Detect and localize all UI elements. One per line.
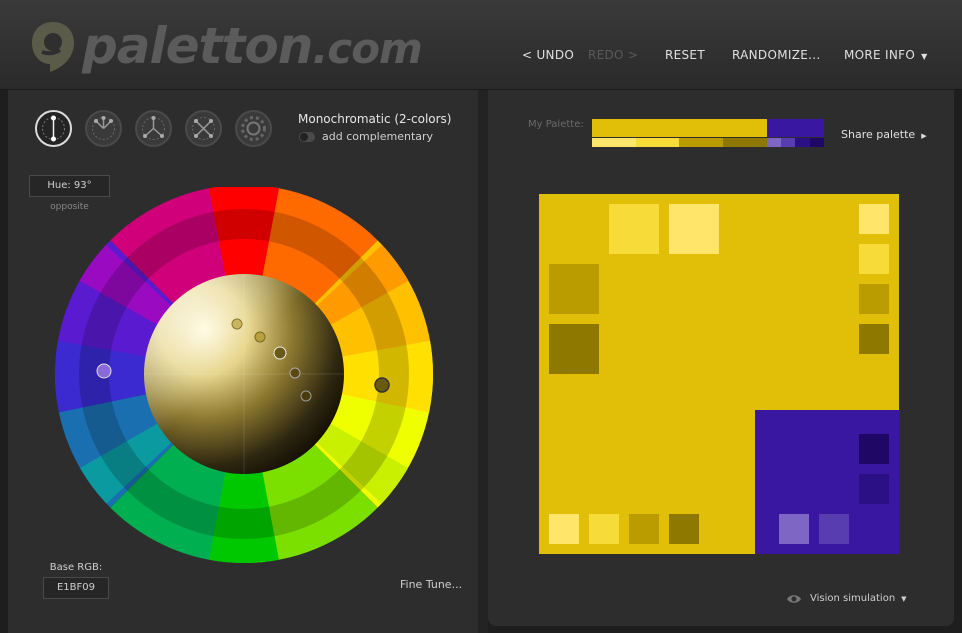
palette-preview (539, 194, 899, 554)
preview-swatch[interactable] (629, 514, 659, 544)
base-rgb-label: Base RGB: (49, 562, 103, 573)
scheme-triad-button[interactable] (135, 110, 172, 147)
palette-dot[interactable] (231, 318, 243, 330)
caret-right-icon: ▶ (921, 132, 927, 140)
preview-swatch[interactable] (859, 284, 889, 314)
color-wheel-graphic[interactable] (55, 185, 435, 567)
palette-swatch[interactable] (636, 138, 679, 147)
palette-swatch[interactable] (679, 138, 723, 147)
vision-simulation-menu[interactable]: Vision simulation ▼ (786, 593, 907, 604)
preview-swatch[interactable] (549, 324, 599, 374)
triad-scheme-icon (142, 116, 165, 140)
complement-hue-handle[interactable] (96, 363, 112, 379)
preview-swatch[interactable] (549, 264, 599, 314)
logo[interactable]: paletton.com (28, 14, 423, 78)
palette-dot[interactable] (289, 367, 301, 379)
logo-text: paletton.com (82, 17, 423, 75)
preview-swatch[interactable] (669, 514, 699, 544)
adjacent-scheme-icon (92, 116, 115, 140)
palette-swatch-complement[interactable] (767, 119, 824, 137)
palette-swatch[interactable] (781, 138, 795, 147)
preview-swatch[interactable] (859, 434, 889, 464)
preview-swatch[interactable] (589, 514, 619, 544)
preview-swatch[interactable] (819, 514, 849, 544)
palette-dot[interactable] (300, 390, 312, 402)
reset-button[interactable]: RESET (665, 48, 705, 64)
palette-swatch[interactable] (592, 138, 636, 147)
palette-strip[interactable] (592, 119, 824, 147)
preview-swatch[interactable] (779, 514, 809, 544)
fine-tune-link[interactable]: Fine Tune... (400, 578, 462, 591)
preview-swatch[interactable] (549, 514, 579, 544)
gear-icon (241, 116, 266, 141)
preview-swatch[interactable] (859, 244, 889, 274)
palette-swatch[interactable] (810, 138, 824, 147)
preview-swatch[interactable] (859, 474, 889, 504)
eye-icon (787, 594, 801, 603)
share-palette-link[interactable]: Share palette ▶ (841, 128, 927, 141)
my-palette-label: My Palette: (528, 119, 584, 130)
randomize-button[interactable]: RANDOMIZE... (732, 48, 820, 64)
palette-swatch[interactable] (795, 138, 810, 147)
preview-swatch[interactable] (859, 324, 889, 354)
palette-dot[interactable] (254, 331, 266, 343)
redo-button[interactable]: REDO > (588, 48, 638, 64)
palette-swatch-primary[interactable] (592, 119, 767, 137)
scheme-free-button[interactable] (235, 110, 272, 147)
scheme-title: Monochromatic (2-colors) (298, 112, 452, 126)
tetrad-scheme-icon (192, 117, 215, 140)
panel-divider (478, 90, 488, 633)
more-info-menu[interactable]: MORE INFO ▼ (844, 48, 928, 64)
undo-button[interactable]: < UNDO (522, 48, 574, 64)
base-rgb-field[interactable]: E1BF09 (43, 577, 109, 599)
complementary-toggle[interactable] (299, 132, 315, 142)
complementary-label[interactable]: add complementary (322, 130, 433, 143)
primary-hue-handle[interactable] (374, 377, 390, 393)
scheme-mono-button[interactable] (35, 110, 72, 147)
app-header: paletton.com < UNDO REDO > RESET RANDOMI… (0, 0, 962, 90)
logo-mark-icon (32, 22, 74, 72)
mono-scheme-icon (42, 115, 65, 142)
palette-swatch[interactable] (723, 138, 767, 147)
preview-swatch[interactable] (669, 204, 719, 254)
caret-down-icon: ▼ (901, 594, 907, 603)
palette-dot[interactable] (273, 346, 287, 360)
scheme-tetrad-button[interactable] (185, 110, 222, 147)
scheme-adjacent-button[interactable] (85, 110, 122, 147)
caret-down-icon: ▼ (921, 52, 928, 61)
color-wheel[interactable] (55, 185, 435, 567)
palette-swatch[interactable] (767, 138, 781, 147)
preview-swatch[interactable] (609, 204, 659, 254)
preview-swatch[interactable] (859, 204, 889, 234)
